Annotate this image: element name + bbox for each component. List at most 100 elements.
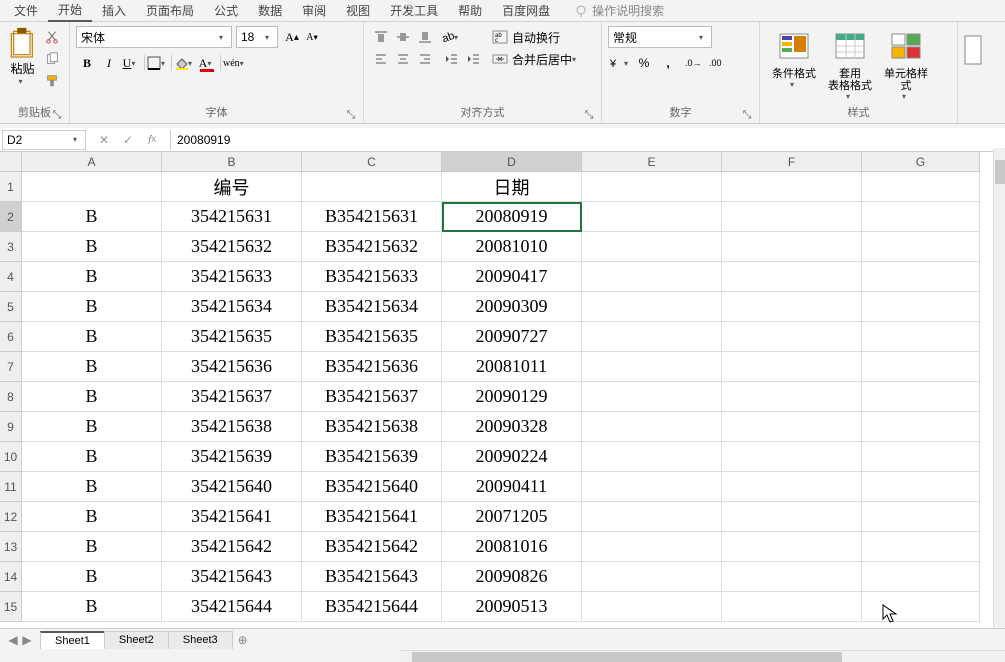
cell[interactable]: B354215635 xyxy=(302,322,442,352)
menu-item-开发工具[interactable]: 开发工具 xyxy=(380,0,448,21)
cell[interactable] xyxy=(582,292,722,322)
decrease-font-button[interactable]: A▾ xyxy=(302,27,322,47)
row-header[interactable]: 14 xyxy=(0,562,22,592)
cell[interactable]: 20090328 xyxy=(442,412,582,442)
cell[interactable] xyxy=(582,532,722,562)
cell[interactable] xyxy=(582,232,722,262)
cell[interactable]: 354215633 xyxy=(162,262,302,292)
horizontal-scrollbar[interactable] xyxy=(400,650,1005,662)
align-left-button[interactable] xyxy=(370,48,392,70)
cell[interactable]: B xyxy=(22,412,162,442)
row-header[interactable]: 15 xyxy=(0,592,22,622)
cell[interactable] xyxy=(862,262,980,292)
cell[interactable]: 354215643 xyxy=(162,562,302,592)
cell[interactable] xyxy=(722,502,862,532)
cell[interactable]: 354215636 xyxy=(162,352,302,382)
cell[interactable]: 354215637 xyxy=(162,382,302,412)
dialog-launcher-icon[interactable]: ⤡ xyxy=(345,109,357,121)
cell[interactable]: 20090411 xyxy=(442,472,582,502)
cell[interactable]: 20090224 xyxy=(442,442,582,472)
cell[interactable]: 20081016 xyxy=(442,532,582,562)
cell[interactable]: 20090826 xyxy=(442,562,582,592)
sheet-next-button[interactable]: ▶ xyxy=(20,633,34,647)
cell[interactable] xyxy=(722,442,862,472)
cell[interactable]: 20090417 xyxy=(442,262,582,292)
cell[interactable] xyxy=(722,412,862,442)
phonetic-button[interactable]: wén▾ xyxy=(223,52,245,74)
cell[interactable]: B354215641 xyxy=(302,502,442,532)
column-header-C[interactable]: C xyxy=(302,152,442,172)
cell[interactable] xyxy=(722,202,862,232)
cell[interactable] xyxy=(722,172,862,202)
cell[interactable] xyxy=(862,502,980,532)
menu-item-公式[interactable]: 公式 xyxy=(204,0,248,21)
menu-item-审阅[interactable]: 审阅 xyxy=(292,0,336,21)
cell[interactable] xyxy=(862,412,980,442)
cell[interactable] xyxy=(582,382,722,412)
italic-button[interactable]: I xyxy=(98,52,120,74)
sheet-tab-Sheet2[interactable]: Sheet2 xyxy=(104,631,169,649)
cell[interactable]: 20090129 xyxy=(442,382,582,412)
row-header[interactable]: 8 xyxy=(0,382,22,412)
row-header[interactable]: 13 xyxy=(0,532,22,562)
accounting-format-button[interactable]: ¥▾ xyxy=(608,52,632,74)
column-header-G[interactable]: G xyxy=(862,152,980,172)
number-format-select[interactable]: 常规▾ xyxy=(608,26,712,48)
cell[interactable]: B xyxy=(22,592,162,622)
cell[interactable] xyxy=(582,262,722,292)
sheet-tab-Sheet1[interactable]: Sheet1 xyxy=(40,631,105,649)
table-format-button[interactable]: 套用 表格格式▾ xyxy=(824,26,876,101)
row-header[interactable]: 5 xyxy=(0,292,22,322)
cell[interactable]: 354215634 xyxy=(162,292,302,322)
cell[interactable] xyxy=(302,172,442,202)
cell[interactable]: 20090513 xyxy=(442,592,582,622)
border-button[interactable]: ▾ xyxy=(147,52,169,74)
conditional-format-button[interactable]: 条件格式▾ xyxy=(768,26,820,89)
cell[interactable]: 354215638 xyxy=(162,412,302,442)
cell[interactable]: B354215636 xyxy=(302,352,442,382)
cell[interactable] xyxy=(722,472,862,502)
cell[interactable]: 354215639 xyxy=(162,442,302,472)
cell[interactable]: B354215639 xyxy=(302,442,442,472)
cell[interactable]: B xyxy=(22,562,162,592)
menu-item-视图[interactable]: 视图 xyxy=(336,0,380,21)
confirm-formula-button[interactable]: ✓ xyxy=(116,130,140,150)
align-center-button[interactable] xyxy=(392,48,414,70)
copy-button[interactable] xyxy=(41,48,63,70)
row-header[interactable]: 10 xyxy=(0,442,22,472)
cell[interactable] xyxy=(582,352,722,382)
merge-center-button[interactable]: 合并后居中▾ xyxy=(492,48,580,70)
cell[interactable] xyxy=(862,472,980,502)
dialog-launcher-icon[interactable]: ⤡ xyxy=(51,109,63,121)
cell[interactable]: 20071205 xyxy=(442,502,582,532)
cell[interactable] xyxy=(862,232,980,262)
cell[interactable]: B xyxy=(22,532,162,562)
increase-decimal-button[interactable]: .0→.00 xyxy=(680,52,704,74)
cell[interactable] xyxy=(582,472,722,502)
cell[interactable] xyxy=(862,382,980,412)
column-header-F[interactable]: F xyxy=(722,152,862,172)
cell[interactable]: B354215642 xyxy=(302,532,442,562)
sheet-tab-Sheet3[interactable]: Sheet3 xyxy=(168,631,233,649)
cell[interactable]: B354215634 xyxy=(302,292,442,322)
menu-item-文件[interactable]: 文件 xyxy=(4,0,48,21)
cell[interactable]: 20090309 xyxy=(442,292,582,322)
cell[interactable] xyxy=(862,292,980,322)
dialog-launcher-icon[interactable]: ⤡ xyxy=(583,109,595,121)
fill-color-button[interactable]: ▾ xyxy=(174,52,196,74)
cell[interactable] xyxy=(582,172,722,202)
menu-item-百度网盘[interactable]: 百度网盘 xyxy=(492,0,560,21)
cell[interactable] xyxy=(22,172,162,202)
cell[interactable] xyxy=(582,442,722,472)
cell[interactable] xyxy=(862,442,980,472)
align-bottom-button[interactable] xyxy=(414,26,436,48)
cell[interactable] xyxy=(722,262,862,292)
cell[interactable] xyxy=(862,562,980,592)
cell[interactable]: B xyxy=(22,322,162,352)
cell[interactable]: 354215635 xyxy=(162,322,302,352)
row-header[interactable]: 9 xyxy=(0,412,22,442)
row-header[interactable]: 1 xyxy=(0,172,22,202)
cancel-formula-button[interactable]: ✕ xyxy=(92,130,116,150)
underline-button[interactable]: U▾ xyxy=(120,52,142,74)
cell[interactable] xyxy=(862,202,980,232)
